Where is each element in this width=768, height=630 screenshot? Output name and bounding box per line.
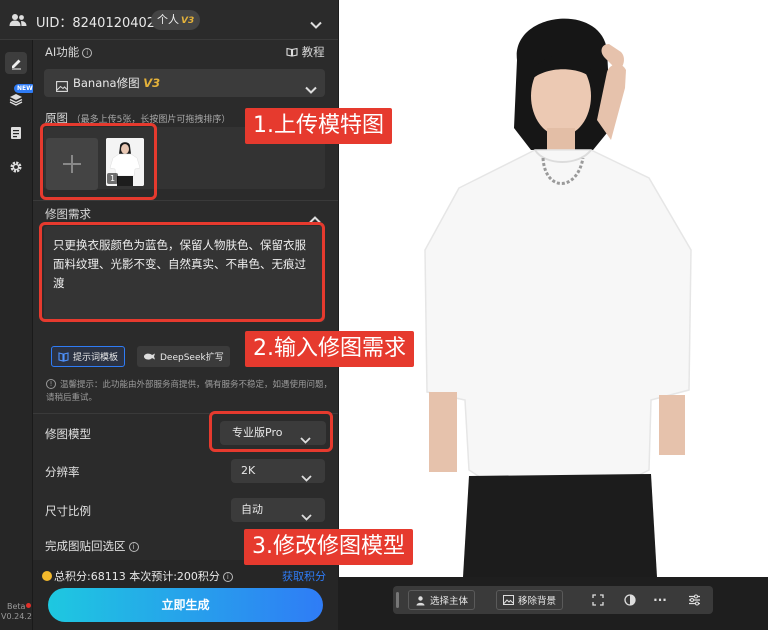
adjust-sliders-icon[interactable] xyxy=(686,592,702,608)
whale-icon xyxy=(144,353,155,360)
service-notice: ! 温馨提示：此功能由外部服务商提供，偶有服务不稳定，如遇使用问题，请稍后重试。 xyxy=(46,379,333,403)
info-icon: i xyxy=(222,572,233,582)
paste-back-label: 完成图贴回选区 i xyxy=(45,538,139,554)
users-icon xyxy=(9,12,27,31)
deepseek-expand-button[interactable]: DeepSeek扩写 xyxy=(137,346,230,367)
contrast-icon[interactable] xyxy=(622,592,638,608)
fit-screen-icon[interactable] xyxy=(590,592,606,608)
model-photo xyxy=(339,0,768,577)
prompt-template-button[interactable]: 提示词模板 xyxy=(51,346,126,367)
tutorial-link[interactable]: 教程 xyxy=(286,44,325,60)
image-canvas[interactable] xyxy=(339,0,768,577)
annotation-step-1: 1.上传模特图 xyxy=(245,108,392,144)
uid-text: UID：8240120402 xyxy=(36,16,156,31)
info-icon: i xyxy=(128,542,139,552)
drag-handle[interactable] xyxy=(396,592,399,608)
earn-points-link[interactable]: 获取积分 xyxy=(282,568,326,584)
info-icon: i xyxy=(82,48,93,58)
annotation-box-request xyxy=(39,222,325,322)
ai-function-label: AI功能 i xyxy=(45,44,93,60)
account-bar[interactable]: UID：8240120402 个人 V3 xyxy=(0,0,338,40)
points-text: 总积分:68113 本次预计:200积分 i xyxy=(42,568,233,584)
annotation-step-2: 2.输入修图需求 xyxy=(245,331,414,367)
book-icon xyxy=(286,47,298,57)
divider xyxy=(33,200,338,201)
generate-button[interactable]: 立即生成 xyxy=(48,588,323,622)
aspect-ratio-select[interactable]: 自动 xyxy=(231,498,325,522)
document-icon[interactable] xyxy=(5,122,27,144)
aspect-ratio-label: 尺寸比例 xyxy=(45,504,91,518)
app-window: NEW Beta V0.24.2 UID：8240120402 个人 V3 AI功… xyxy=(0,0,768,630)
chevron-down-icon xyxy=(301,506,312,525)
image-icon xyxy=(56,77,68,96)
gear-icon[interactable] xyxy=(5,156,27,178)
annotation-box-model xyxy=(209,411,333,452)
person-icon xyxy=(416,595,425,605)
plan-badge: 个人 V3 xyxy=(151,10,201,30)
select-subject-button[interactable]: 选择主体 xyxy=(408,590,476,610)
beta-dot xyxy=(26,603,31,608)
annotation-step-3: 3.修改修图模型 xyxy=(244,529,413,565)
resolution-label: 分辨率 xyxy=(45,465,80,479)
image-icon xyxy=(503,595,514,605)
chevron-down-icon xyxy=(301,467,312,486)
annotation-box-upload xyxy=(40,123,157,200)
chevron-down-icon[interactable] xyxy=(310,14,322,33)
more-icon[interactable]: ··· xyxy=(652,592,668,608)
edit-request-label: 修图需求 xyxy=(45,207,91,221)
info-icon: ! xyxy=(46,379,56,389)
ai-tool-select[interactable]: Banana修图 V3 xyxy=(44,69,325,97)
resolution-select[interactable]: 2K xyxy=(231,459,325,483)
chevron-down-icon xyxy=(305,79,317,98)
book-open-icon xyxy=(58,351,69,362)
edit-tool-icon[interactable] xyxy=(5,52,27,74)
canvas-toolbar: 选择主体 移除背景 ··· xyxy=(393,586,713,614)
left-icon-rail: NEW Beta V0.24.2 xyxy=(0,0,36,630)
model-label: 修图模型 xyxy=(45,427,91,441)
remove-background-button[interactable]: 移除背景 xyxy=(496,590,564,610)
coin-icon xyxy=(42,571,52,581)
